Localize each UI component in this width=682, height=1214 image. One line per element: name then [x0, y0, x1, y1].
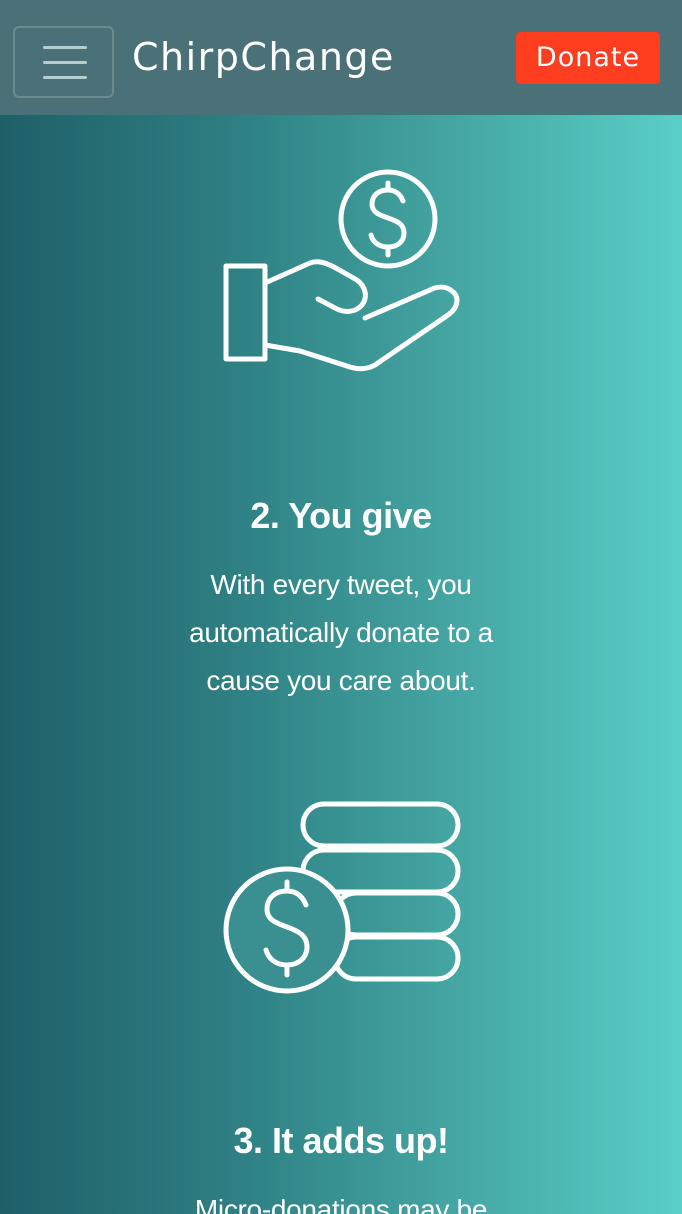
step-title: 2. You give: [250, 495, 432, 536]
coin-stack-icon: [0, 795, 682, 1000]
step-description: Micro-donations may be: [194, 1194, 488, 1214]
step-description: With every tweet, you automatically dona…: [189, 569, 493, 696]
donate-button[interactable]: Donate: [516, 32, 660, 84]
step-title: 3. It adds up!: [233, 1120, 449, 1161]
brand-title[interactable]: ChirpChange: [132, 33, 395, 81]
menu-toggle-button[interactable]: [13, 26, 114, 98]
navbar: ChirpChange Donate: [0, 0, 682, 115]
hand-coin-icon: [0, 165, 682, 380]
